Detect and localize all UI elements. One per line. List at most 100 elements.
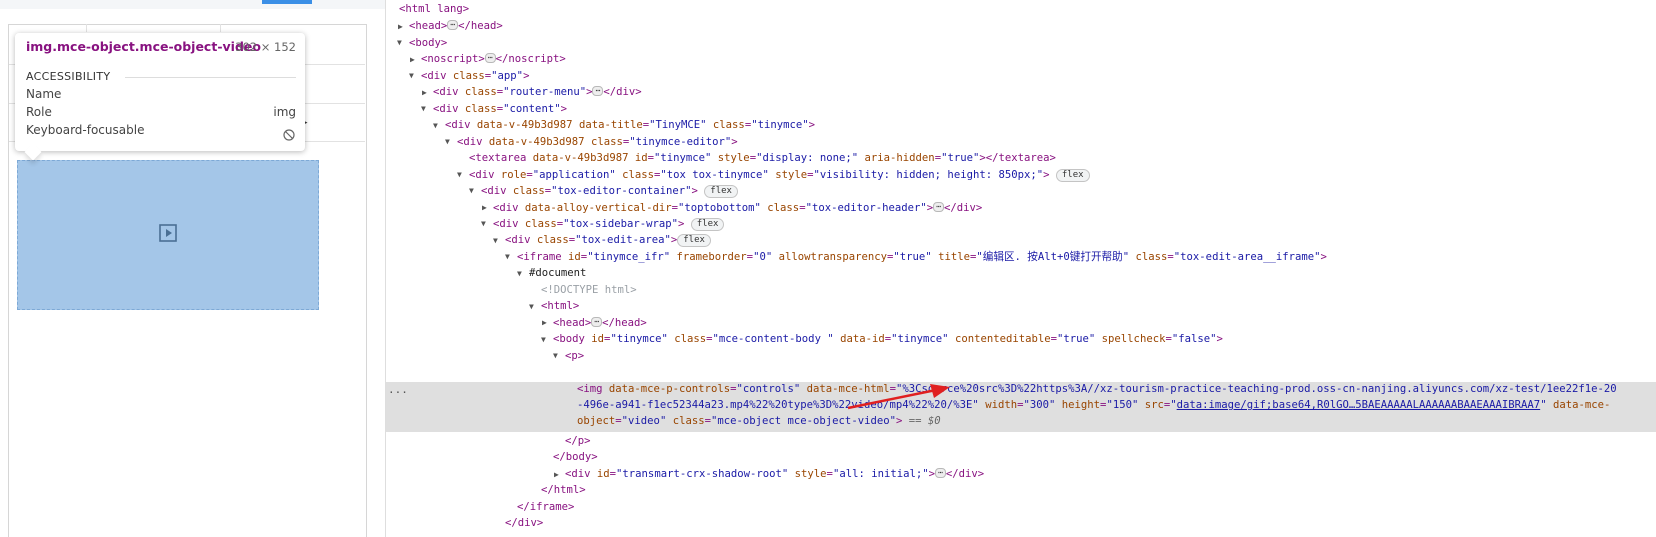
dom-node-iframe-close[interactable]: </iframe> — [517, 499, 574, 515]
tooltip-name-label: Name — [26, 87, 62, 101]
attr-name: style — [717, 152, 750, 164]
collapse-triangle-icon[interactable]: ▼ — [457, 170, 462, 179]
dom-node-p[interactable]: <p> — [565, 348, 584, 364]
expand-triangle-icon[interactable]: ▶ — [542, 318, 547, 327]
collapsed-dots[interactable]: ⋯ — [592, 86, 604, 96]
flex-badge[interactable]: flex — [704, 185, 738, 198]
attr-value: "true" — [941, 152, 980, 164]
dom-node-textarea[interactable]: <textarea data-v-49b3d987 id="tinymce" s… — [469, 150, 1056, 166]
attr-value: "router-menu" — [503, 86, 587, 98]
collapse-triangle-icon[interactable]: ▼ — [493, 236, 498, 245]
tag: </div> — [943, 202, 983, 214]
dom-node-edit-area[interactable]: <div class="tox-edit-area"> flex — [505, 232, 711, 248]
collapse-triangle-icon[interactable]: ▼ — [421, 104, 426, 113]
collapse-triangle-icon[interactable]: ▼ — [397, 38, 402, 47]
collapsed-dots[interactable]: ⋯ — [447, 20, 459, 30]
dom-node-img-end[interactable]: object="video" class="mce-object mce-obj… — [577, 413, 941, 429]
attr-name: class — [767, 202, 800, 214]
dom-node-router-menu[interactable]: <div class="router-menu"> ⋯ </div> — [433, 84, 642, 100]
dom-node-sidebar-wrap[interactable]: <div class="tox-sidebar-wrap"> flex — [493, 216, 725, 232]
dom-node-editor-container[interactable]: <div class="tox-editor-container"> flex — [481, 183, 738, 199]
dom-node-inner-body[interactable]: <body id="tinymce" class="mce-content-bo… — [553, 331, 1223, 347]
node-actions-ellipsis[interactable]: ··· — [388, 386, 408, 399]
tooltip-section-title: ACCESSIBILITY — [26, 70, 111, 83]
collapsed-dots[interactable]: ⋯ — [484, 53, 496, 63]
document-node-label: #document — [529, 267, 587, 279]
dom-node-inner-head[interactable]: <head> ⋯ </head> — [553, 315, 647, 331]
attr-value: "controls" — [736, 383, 801, 395]
tag: > — [1320, 251, 1327, 263]
dom-node-inner-html[interactable]: <html> — [541, 298, 579, 314]
collapsed-dots[interactable]: ⋯ — [591, 317, 603, 327]
attr-value: "tinymce" — [654, 152, 712, 164]
attr-value: "tox-editor-container" — [551, 185, 692, 197]
tag: > — [1043, 169, 1050, 181]
dom-node-document[interactable]: #document — [529, 265, 586, 281]
expand-triangle-icon[interactable]: ▶ — [554, 470, 559, 479]
attr-name: data-id — [840, 333, 885, 345]
expand-triangle-icon[interactable]: ▶ — [482, 203, 487, 212]
tag: <body> — [409, 37, 448, 49]
attr-name: class — [512, 185, 545, 197]
dom-node-img-selected[interactable]: <img data-mce-p-controls="controls" data… — [577, 381, 1617, 397]
flex-badge[interactable]: flex — [690, 218, 725, 231]
tag: > — [677, 218, 685, 230]
attr-name: contenteditable — [954, 333, 1051, 345]
attr-value: "0" — [753, 251, 773, 263]
expand-triangle-icon[interactable]: ▶ — [410, 55, 415, 64]
tag: <div — [421, 70, 453, 82]
expand-triangle-icon[interactable]: ▶ — [398, 22, 403, 31]
collapse-triangle-icon[interactable]: ▼ — [469, 186, 474, 195]
collapsed-dots[interactable]: ⋯ — [935, 468, 946, 478]
dom-node-editor-header[interactable]: <div data-alloy-vertical-dir="toptobotto… — [493, 200, 982, 216]
video-placeholder-image[interactable] — [17, 160, 319, 310]
dom-node-tinymce-wrapper[interactable]: <div data-v-49b3d987 data-title="TinyMCE… — [445, 117, 815, 133]
dom-node-tox-tinymce[interactable]: <div role="application" class="tox tox-t… — [469, 167, 1090, 183]
tag: <div — [565, 468, 597, 480]
tooltip-divider — [125, 77, 296, 78]
dom-node-html[interactable]: <html lang> — [399, 1, 469, 17]
dom-node-img-continued[interactable]: -496e-a941-f1ec52344a23.mp4%22%20type%3D… — [577, 397, 1610, 413]
collapse-triangle-icon[interactable]: ▼ — [433, 121, 438, 130]
tag: > — [731, 136, 738, 148]
attr-value: "TinyMCE" — [649, 119, 707, 131]
tag: </textarea> — [985, 152, 1056, 164]
collapse-triangle-icon[interactable]: ▼ — [445, 137, 450, 146]
src-data-uri-link[interactable]: data:image/gif;base64,R0lGO…5BAEAAAAALAA… — [1177, 399, 1541, 411]
dom-node-content[interactable]: <div class="content"> — [433, 101, 567, 117]
attr-name: class — [590, 136, 623, 148]
dom-node-doctype[interactable]: <!DOCTYPE html> — [541, 282, 637, 298]
collapsed-dots[interactable]: ⋯ — [933, 202, 944, 212]
collapse-triangle-icon[interactable]: ▼ — [517, 269, 522, 278]
tag: </head> — [602, 317, 647, 329]
attr-name: data-mce-p-controls — [608, 383, 731, 395]
dom-node-div-close[interactable]: </div> — [505, 515, 543, 531]
tag: </head> — [458, 20, 503, 32]
expand-triangle-icon[interactable]: ▶ — [422, 88, 427, 97]
attr-value: "tox tox-tinymce" — [660, 169, 769, 181]
attr-name: title — [938, 251, 970, 263]
attr-value: "transmart-crx-shadow-root" — [616, 468, 789, 480]
collapse-triangle-icon[interactable]: ▼ — [481, 219, 486, 228]
dom-node-html-close[interactable]: </html> — [541, 482, 586, 498]
dom-node-noscript[interactable]: <noscript> ⋯ </noscript> — [421, 51, 566, 67]
attr-name: class — [524, 218, 557, 230]
collapse-triangle-icon[interactable]: ▼ — [553, 351, 558, 360]
dom-node-head[interactable]: <head> ⋯ </head> — [409, 18, 503, 34]
flex-badge[interactable]: flex — [1055, 169, 1090, 182]
collapse-triangle-icon[interactable]: ▼ — [505, 252, 510, 261]
dom-node-p-close[interactable]: </p> — [565, 433, 591, 449]
dom-node-div-app[interactable]: <div class="app"> — [421, 68, 529, 84]
collapse-triangle-icon[interactable]: ▼ — [529, 302, 534, 311]
collapse-triangle-icon[interactable]: ▼ — [409, 71, 414, 80]
collapse-triangle-icon[interactable]: ▼ — [541, 335, 546, 344]
dom-node-transmart[interactable]: <div id="transmart-crx-shadow-root" styl… — [565, 466, 984, 482]
dom-node-body[interactable]: <body> — [409, 35, 447, 51]
attr-name: class — [1135, 251, 1168, 263]
dom-node-iframe[interactable]: <iframe id="tinymce_ifr" frameborder="0"… — [517, 249, 1327, 265]
attr-value: "tinymce" — [751, 119, 809, 131]
flex-badge[interactable]: flex — [677, 234, 711, 247]
dom-node-body-close[interactable]: </body> — [553, 449, 598, 465]
dom-node-tinymce-editor[interactable]: <div data-v-49b3d987 class="tinymce-edit… — [457, 134, 738, 150]
attr-name: height — [1061, 399, 1101, 411]
